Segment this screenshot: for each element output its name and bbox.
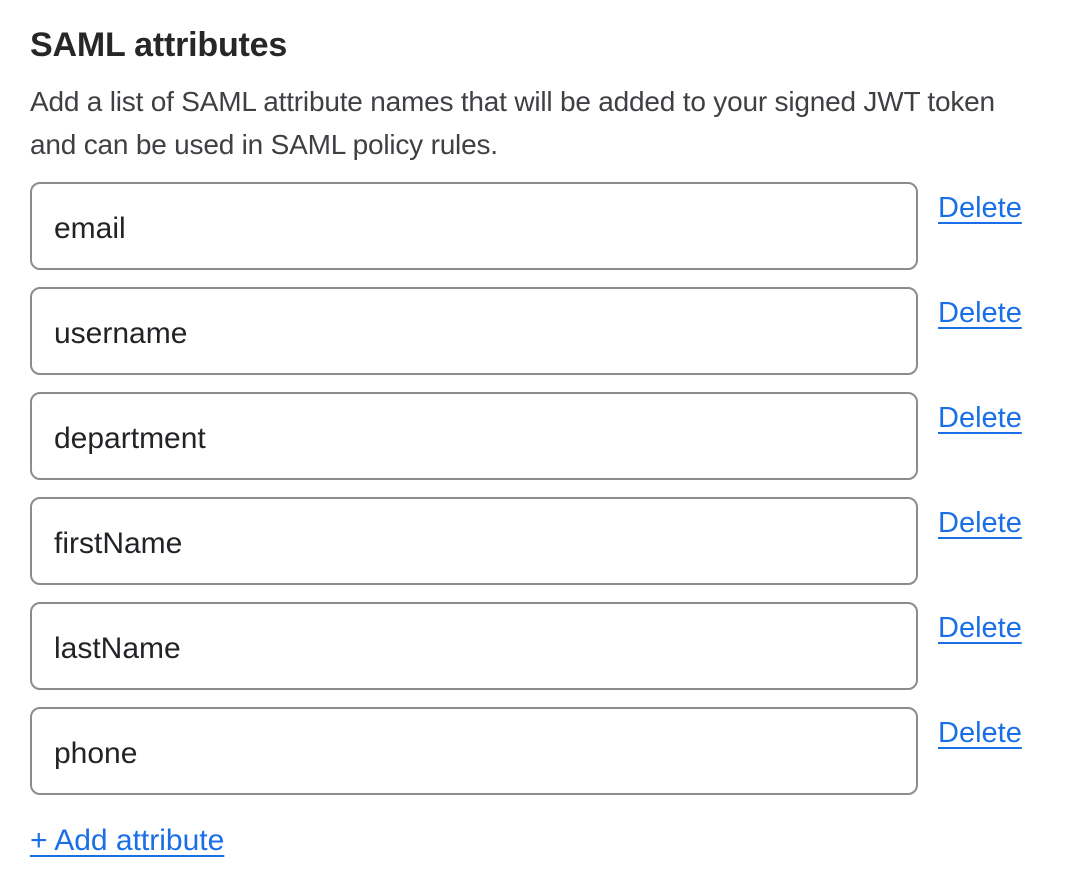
attribute-list: Delete Delete Delete Delete Delete <box>30 182 1066 795</box>
attribute-row: Delete <box>30 602 1066 690</box>
attribute-row: Delete <box>30 392 1066 480</box>
description-line-1: Add a list of SAML attribute names that … <box>30 80 1066 123</box>
delete-attribute-link[interactable]: Delete <box>938 715 1022 751</box>
delete-attribute-link[interactable]: Delete <box>938 190 1022 226</box>
delete-attribute-link[interactable]: Delete <box>938 505 1022 541</box>
section-description: Add a list of SAML attribute names that … <box>30 80 1066 166</box>
attribute-row: Delete <box>30 497 1066 585</box>
attribute-row: Delete <box>30 182 1066 270</box>
attribute-row: Delete <box>30 287 1066 375</box>
page-title: SAML attributes <box>30 24 1066 66</box>
saml-attribute-input[interactable] <box>30 497 918 585</box>
saml-attribute-input[interactable] <box>30 707 918 795</box>
delete-attribute-link[interactable]: Delete <box>938 610 1022 646</box>
saml-attribute-input[interactable] <box>30 287 918 375</box>
add-attribute-link[interactable]: + Add attribute <box>30 822 224 860</box>
delete-attribute-link[interactable]: Delete <box>938 295 1022 331</box>
saml-attribute-input[interactable] <box>30 392 918 480</box>
saml-attribute-input[interactable] <box>30 182 918 270</box>
saml-attributes-panel: SAML attributes Add a list of SAML attri… <box>0 0 1066 886</box>
saml-attribute-input[interactable] <box>30 602 918 690</box>
description-line-2: and can be used in SAML policy rules. <box>30 123 1066 166</box>
attribute-row: Delete <box>30 707 1066 795</box>
delete-attribute-link[interactable]: Delete <box>938 400 1022 436</box>
